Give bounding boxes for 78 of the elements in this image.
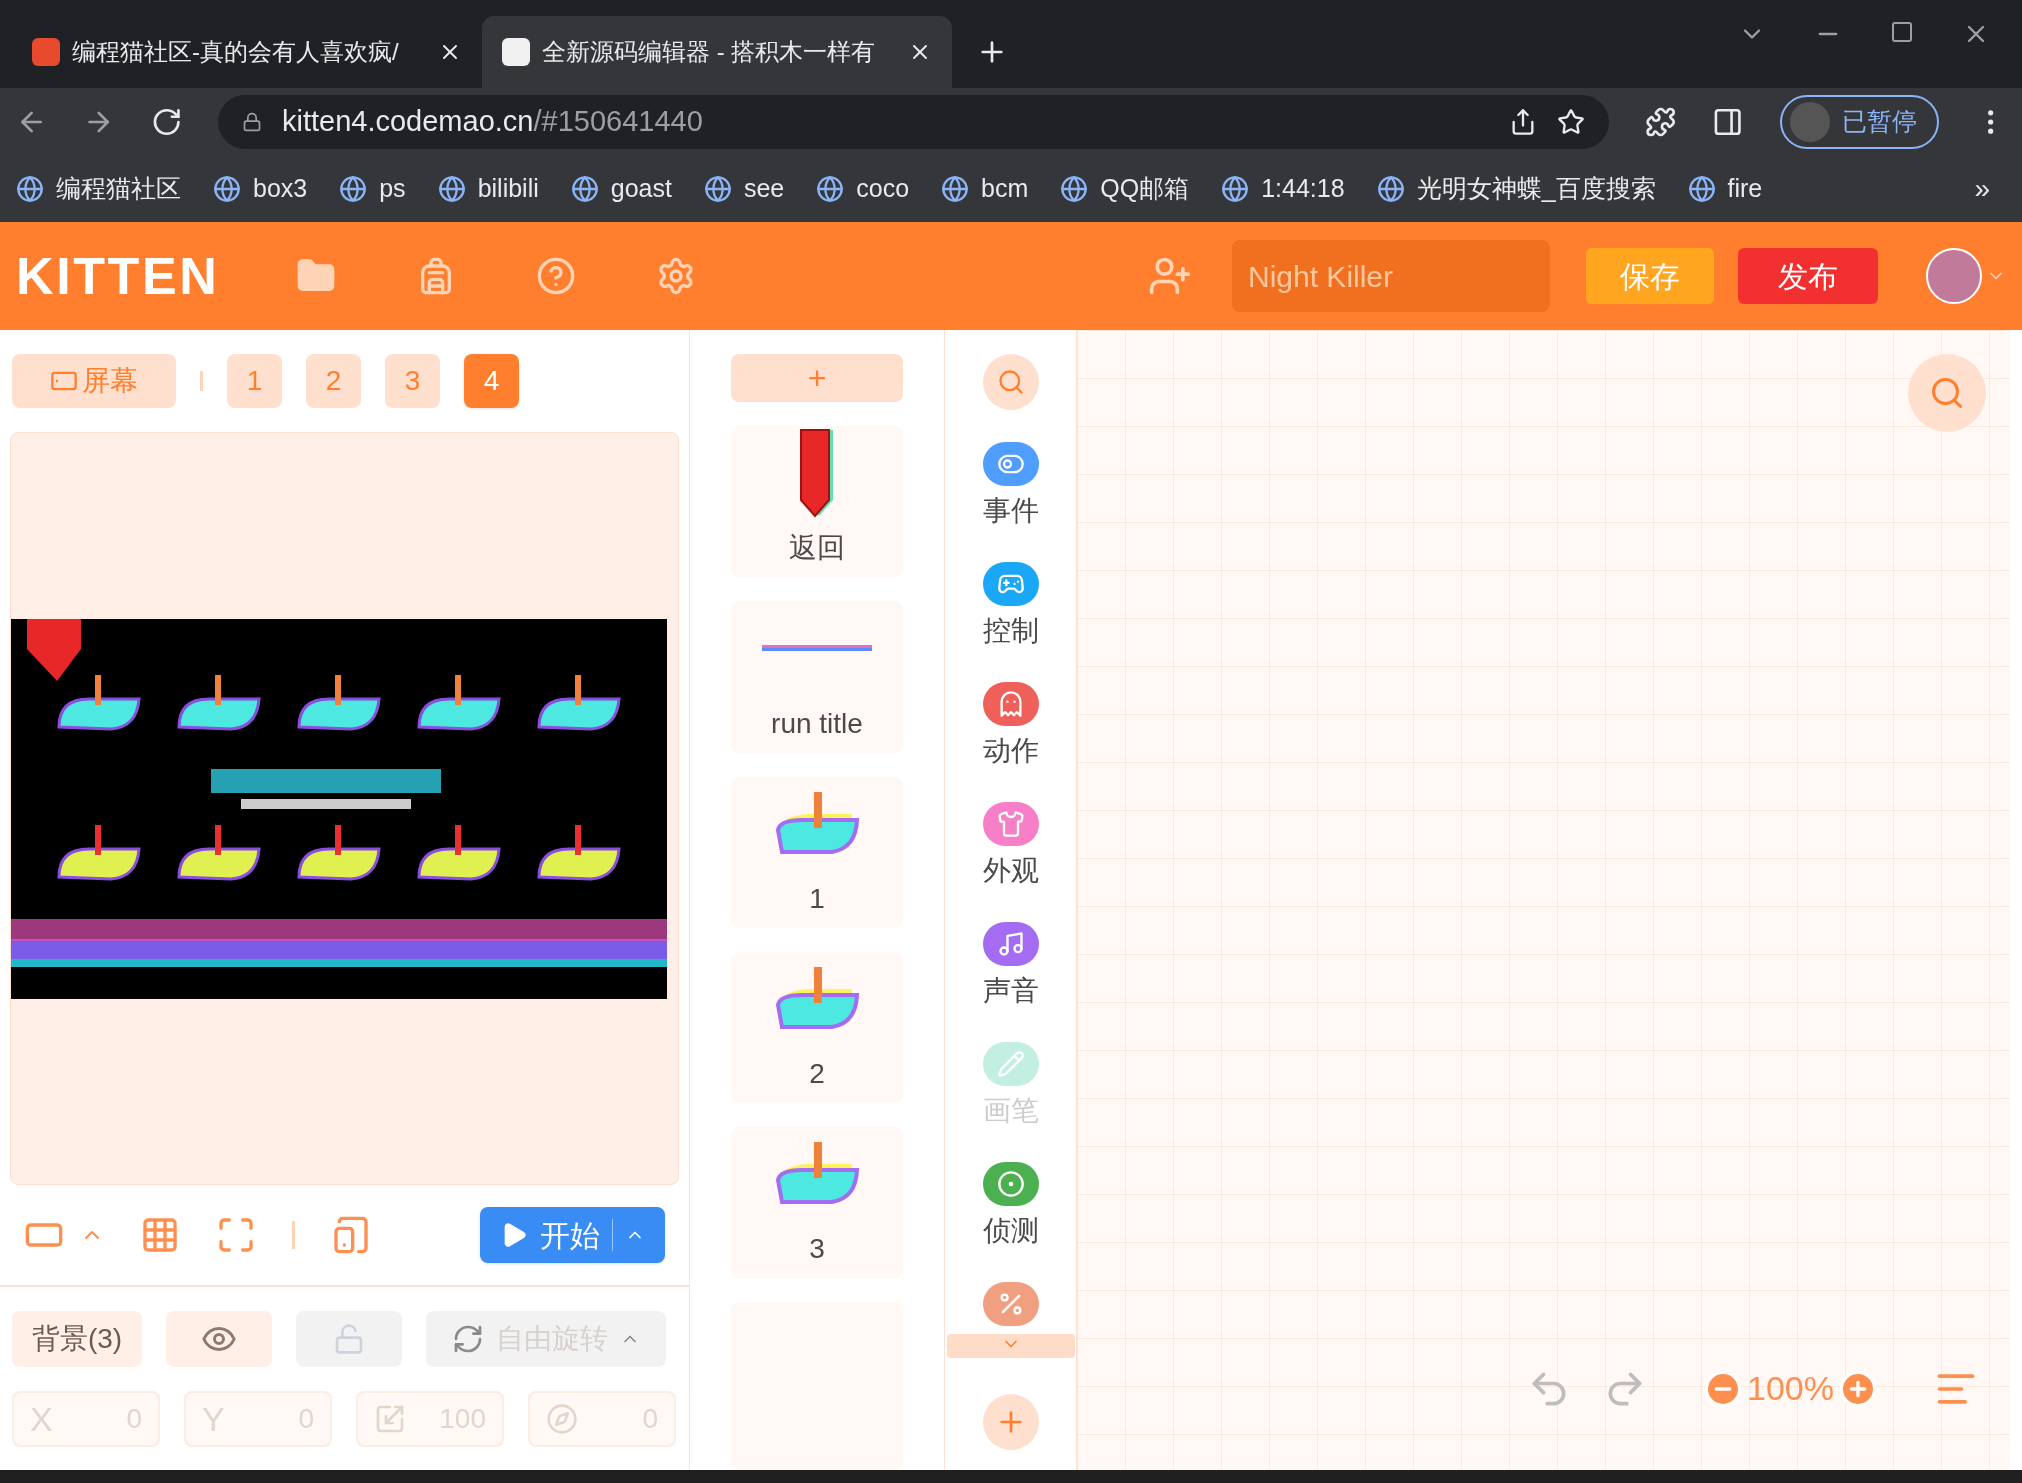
bookmark-item[interactable]: 1:44:18	[1221, 169, 1345, 208]
favicon-icon	[941, 174, 970, 203]
grid-icon[interactable]	[140, 1215, 180, 1255]
sprite-card[interactable]: 1	[731, 776, 903, 928]
bookmark-item[interactable]: QQ邮箱	[1060, 169, 1190, 208]
bookmark-item[interactable]: 光明女神蝶_百度搜索	[1376, 169, 1656, 208]
unlock-icon	[333, 1323, 365, 1355]
bookmark-item[interactable]: goast	[570, 169, 672, 208]
category-label: 控制	[982, 614, 1039, 648]
rotate-icon	[452, 1323, 484, 1355]
category-label: 侦测	[982, 1214, 1039, 1248]
favicon-icon	[437, 174, 466, 203]
bookmark-item[interactable]: fire	[1687, 169, 1763, 208]
more-bookmarks-button[interactable]: »	[1974, 167, 1990, 210]
lock-button[interactable]	[296, 1311, 402, 1367]
resize-icon	[374, 1403, 406, 1435]
block-category[interactable]: 动作	[982, 670, 1039, 790]
visibility-button[interactable]	[166, 1311, 272, 1367]
sprite-card[interactable]: 返回	[731, 426, 903, 578]
bookmark-item[interactable]: coco	[816, 169, 910, 208]
zoom-level: 100%	[1747, 1368, 1834, 1409]
browser-tab[interactable]: 全新源码编辑器 - 搭积木一样有	[482, 16, 952, 88]
category-label: 事件	[982, 494, 1039, 528]
category-label: 声音	[982, 974, 1039, 1008]
sprite-name: 1	[809, 881, 825, 916]
block-category[interactable]: 侦测	[982, 1150, 1039, 1270]
zoom-in-icon[interactable]	[1838, 1368, 1878, 1409]
tab-title: 全新源码编辑器 - 搭积木一样有	[542, 37, 877, 67]
extensions-icon[interactable]	[1645, 105, 1677, 138]
zoom-out-icon[interactable]	[1703, 1368, 1744, 1409]
favicon-icon	[16, 174, 44, 203]
sprite-name: 返回	[789, 531, 845, 566]
favicon-icon	[816, 174, 845, 203]
block-category[interactable]: 外观	[982, 790, 1039, 910]
favicon-icon	[339, 174, 368, 203]
favicon-icon	[1687, 174, 1716, 203]
sprite-name: 2	[809, 1056, 825, 1091]
bookmark-item[interactable]: bilibili	[437, 169, 539, 208]
bookmark-item[interactable]: bcm	[941, 169, 1029, 208]
bookmark-item[interactable]: ps	[339, 169, 406, 208]
bookmark-item[interactable]: see	[703, 169, 785, 208]
favicon-icon	[1221, 174, 1250, 203]
favicon-icon	[213, 174, 241, 203]
avatar-icon	[1789, 101, 1830, 142]
settings-icon[interactable]	[656, 256, 696, 296]
device-preview-icon[interactable]	[331, 1215, 371, 1255]
star-icon[interactable]	[1557, 107, 1586, 136]
block-category[interactable]: 控制	[982, 550, 1039, 670]
address-field[interactable]: kitten4.codemao.cn/#150641440	[218, 94, 1610, 149]
user-avatar[interactable]	[1926, 248, 1982, 304]
sprite-card[interactable]: 3	[731, 1126, 903, 1278]
direction-icon	[546, 1403, 578, 1435]
logo: KITTEN	[16, 246, 221, 307]
category-label: 外观	[982, 854, 1039, 888]
favicon-icon	[703, 174, 732, 203]
block-category[interactable]: 事件	[982, 430, 1039, 550]
sprite-name: 3	[809, 1232, 825, 1266]
bookmark-item[interactable]: box3	[213, 169, 308, 208]
lock-icon	[242, 111, 262, 132]
favicon-icon	[1376, 174, 1405, 203]
maximize-icon[interactable]	[1890, 20, 1914, 44]
profile-button[interactable]: 已暂停	[1779, 94, 1939, 149]
sprite-name: run title	[771, 706, 863, 741]
sprite-card[interactable]: run title	[731, 601, 903, 753]
favicon-icon	[570, 174, 599, 203]
help-icon[interactable]	[536, 256, 576, 296]
sprite-card[interactable]: 2	[731, 951, 903, 1103]
publish-button[interactable]: 发布	[1738, 248, 1878, 304]
tab-title: 编程猫社区-真的会有人喜欢疯/	[72, 37, 400, 67]
favicon-icon	[1060, 174, 1089, 203]
fullscreen-icon[interactable]	[216, 1215, 256, 1255]
site-favicon-icon	[32, 38, 60, 66]
browser-tab[interactable]: 编程猫社区-真的会有人喜欢疯/	[12, 16, 482, 88]
background-button[interactable]: 背景(3)	[12, 1311, 142, 1367]
block-category[interactable]: 声音	[982, 910, 1039, 1030]
site-favicon-icon	[502, 38, 530, 66]
bookmark-item[interactable]: 编程猫社区	[16, 169, 181, 208]
category-label: 动作	[982, 734, 1039, 768]
